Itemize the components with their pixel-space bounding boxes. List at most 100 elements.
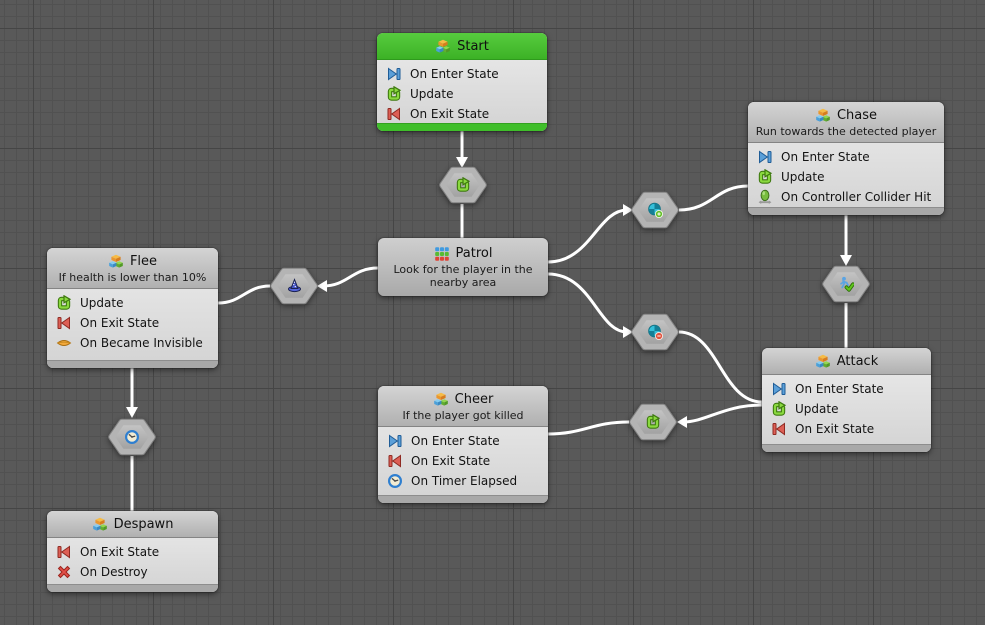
event-row[interactable]: Update: [56, 293, 209, 313]
event-label: On Exit State: [410, 107, 489, 121]
event-label: Update: [795, 402, 838, 416]
state-title: Start: [457, 38, 489, 55]
event-row[interactable]: On Exit State: [771, 419, 922, 439]
event-label: On Enter State: [795, 382, 884, 396]
state-subtitle: Run towards the detected player: [754, 125, 938, 138]
transition-flee-despawn[interactable]: [108, 418, 156, 456]
state-cubes-icon: [815, 108, 831, 124]
state-header[interactable]: Flee If health is lower than 10%: [47, 248, 218, 289]
event-label: Update: [80, 296, 123, 310]
state-cubes-icon: [92, 517, 108, 533]
event-row[interactable]: On Timer Elapsed: [387, 471, 539, 491]
event-row[interactable]: On Exit State: [56, 542, 209, 562]
became-invisible-icon: [56, 335, 72, 351]
update-icon: [645, 414, 661, 430]
wizard-hat-icon: [286, 278, 302, 294]
state-title: Chase: [837, 107, 877, 124]
update-icon: [771, 401, 787, 417]
transition-patrol-chase[interactable]: [631, 191, 679, 229]
event-row[interactable]: On Exit State: [387, 451, 539, 471]
event-row[interactable]: On Enter State: [771, 379, 922, 399]
grid-icon: [434, 246, 450, 262]
on-exit-state-icon: [56, 315, 72, 331]
transition-attack-cheer[interactable]: [629, 403, 677, 441]
node-footer: [762, 444, 931, 452]
on-exit-state-icon: [771, 421, 787, 437]
event-label: On Enter State: [781, 150, 870, 164]
event-row[interactable]: Update: [386, 84, 538, 104]
state-graph-canvas[interactable]: Start On Enter State Update On Exit Stat…: [0, 0, 985, 625]
event-row[interactable]: On Enter State: [757, 147, 935, 167]
event-row[interactable]: On Enter State: [387, 431, 539, 451]
on-exit-state-icon: [56, 544, 72, 560]
destroy-icon: [56, 564, 72, 580]
event-label: On Became Invisible: [80, 336, 203, 350]
node-footer: [377, 123, 547, 131]
trigger-exit-icon: [647, 324, 663, 340]
event-label: On Enter State: [411, 434, 500, 448]
transition-patrol-flee[interactable]: [270, 267, 318, 305]
update-icon: [455, 177, 471, 193]
event-row[interactable]: On Controller Collider Hit: [757, 187, 935, 207]
event-label: On Exit State: [411, 454, 490, 468]
event-label: On Exit State: [80, 316, 159, 330]
on-enter-state-icon: [771, 381, 787, 397]
state-subtitle: If the player got killed: [384, 409, 542, 422]
on-enter-state-icon: [757, 149, 773, 165]
event-row[interactable]: On Became Invisible: [56, 333, 209, 353]
transition-chase-attack[interactable]: [822, 265, 870, 303]
state-node-chase[interactable]: Chase Run towards the detected player On…: [748, 102, 944, 215]
event-label: On Timer Elapsed: [411, 474, 517, 488]
state-title: Flee: [130, 253, 157, 270]
event-row[interactable]: On Exit State: [386, 104, 538, 124]
on-exit-state-icon: [386, 106, 402, 122]
event-row[interactable]: On Enter State: [386, 64, 538, 84]
on-enter-state-icon: [387, 433, 403, 449]
state-node-start[interactable]: Start On Enter State Update On Exit Stat…: [377, 33, 547, 131]
event-label: On Destroy: [80, 565, 148, 579]
state-title: Cheer: [455, 391, 494, 408]
event-label: On Exit State: [80, 545, 159, 559]
state-subtitle: Look for the player in the nearby area: [384, 263, 542, 289]
event-row[interactable]: Update: [757, 167, 935, 187]
event-label: On Controller Collider Hit: [781, 190, 931, 204]
timer-icon: [387, 473, 403, 489]
state-node-attack[interactable]: Attack On Enter State Update On Exit Sta…: [762, 348, 931, 452]
state-subtitle: If health is lower than 10%: [53, 271, 212, 284]
update-icon: [56, 295, 72, 311]
update-icon: [386, 86, 402, 102]
state-cubes-icon: [108, 254, 124, 270]
state-title: Attack: [837, 353, 879, 370]
transition-start-patrol[interactable]: [439, 166, 487, 204]
node-footer: [748, 207, 944, 215]
state-node-despawn[interactable]: Despawn On Exit State On Destroy: [47, 511, 218, 592]
update-icon: [757, 169, 773, 185]
state-node-flee[interactable]: Flee If health is lower than 10% Update …: [47, 248, 218, 368]
state-header[interactable]: Start: [377, 33, 547, 60]
on-exit-state-icon: [387, 453, 403, 469]
event-row[interactable]: Update: [771, 399, 922, 419]
state-node-cheer[interactable]: Cheer If the player got killed On Enter …: [378, 386, 548, 503]
event-label: On Enter State: [410, 67, 499, 81]
state-cubes-icon: [433, 392, 449, 408]
event-label: On Exit State: [795, 422, 874, 436]
timer-icon: [124, 429, 140, 445]
on-enter-state-icon: [386, 66, 402, 82]
state-header[interactable]: Patrol Look for the player in the nearby…: [378, 238, 548, 293]
agent-run-check-icon: [838, 276, 854, 292]
state-cubes-icon: [815, 354, 831, 370]
state-node-patrol[interactable]: Patrol Look for the player in the nearby…: [378, 238, 548, 296]
node-footer: [47, 360, 218, 368]
state-header[interactable]: Attack: [762, 348, 931, 375]
state-header[interactable]: Despawn: [47, 511, 218, 538]
event-row[interactable]: On Exit State: [56, 313, 209, 333]
state-header[interactable]: Chase Run towards the detected player: [748, 102, 944, 143]
node-footer: [378, 495, 548, 503]
event-row[interactable]: On Destroy: [56, 562, 209, 582]
state-header[interactable]: Cheer If the player got killed: [378, 386, 548, 427]
transition-patrol-attack[interactable]: [631, 313, 679, 351]
state-cubes-icon: [435, 39, 451, 55]
state-title: Patrol: [456, 245, 493, 262]
event-label: Update: [410, 87, 453, 101]
controller-collider-icon: [757, 189, 773, 205]
